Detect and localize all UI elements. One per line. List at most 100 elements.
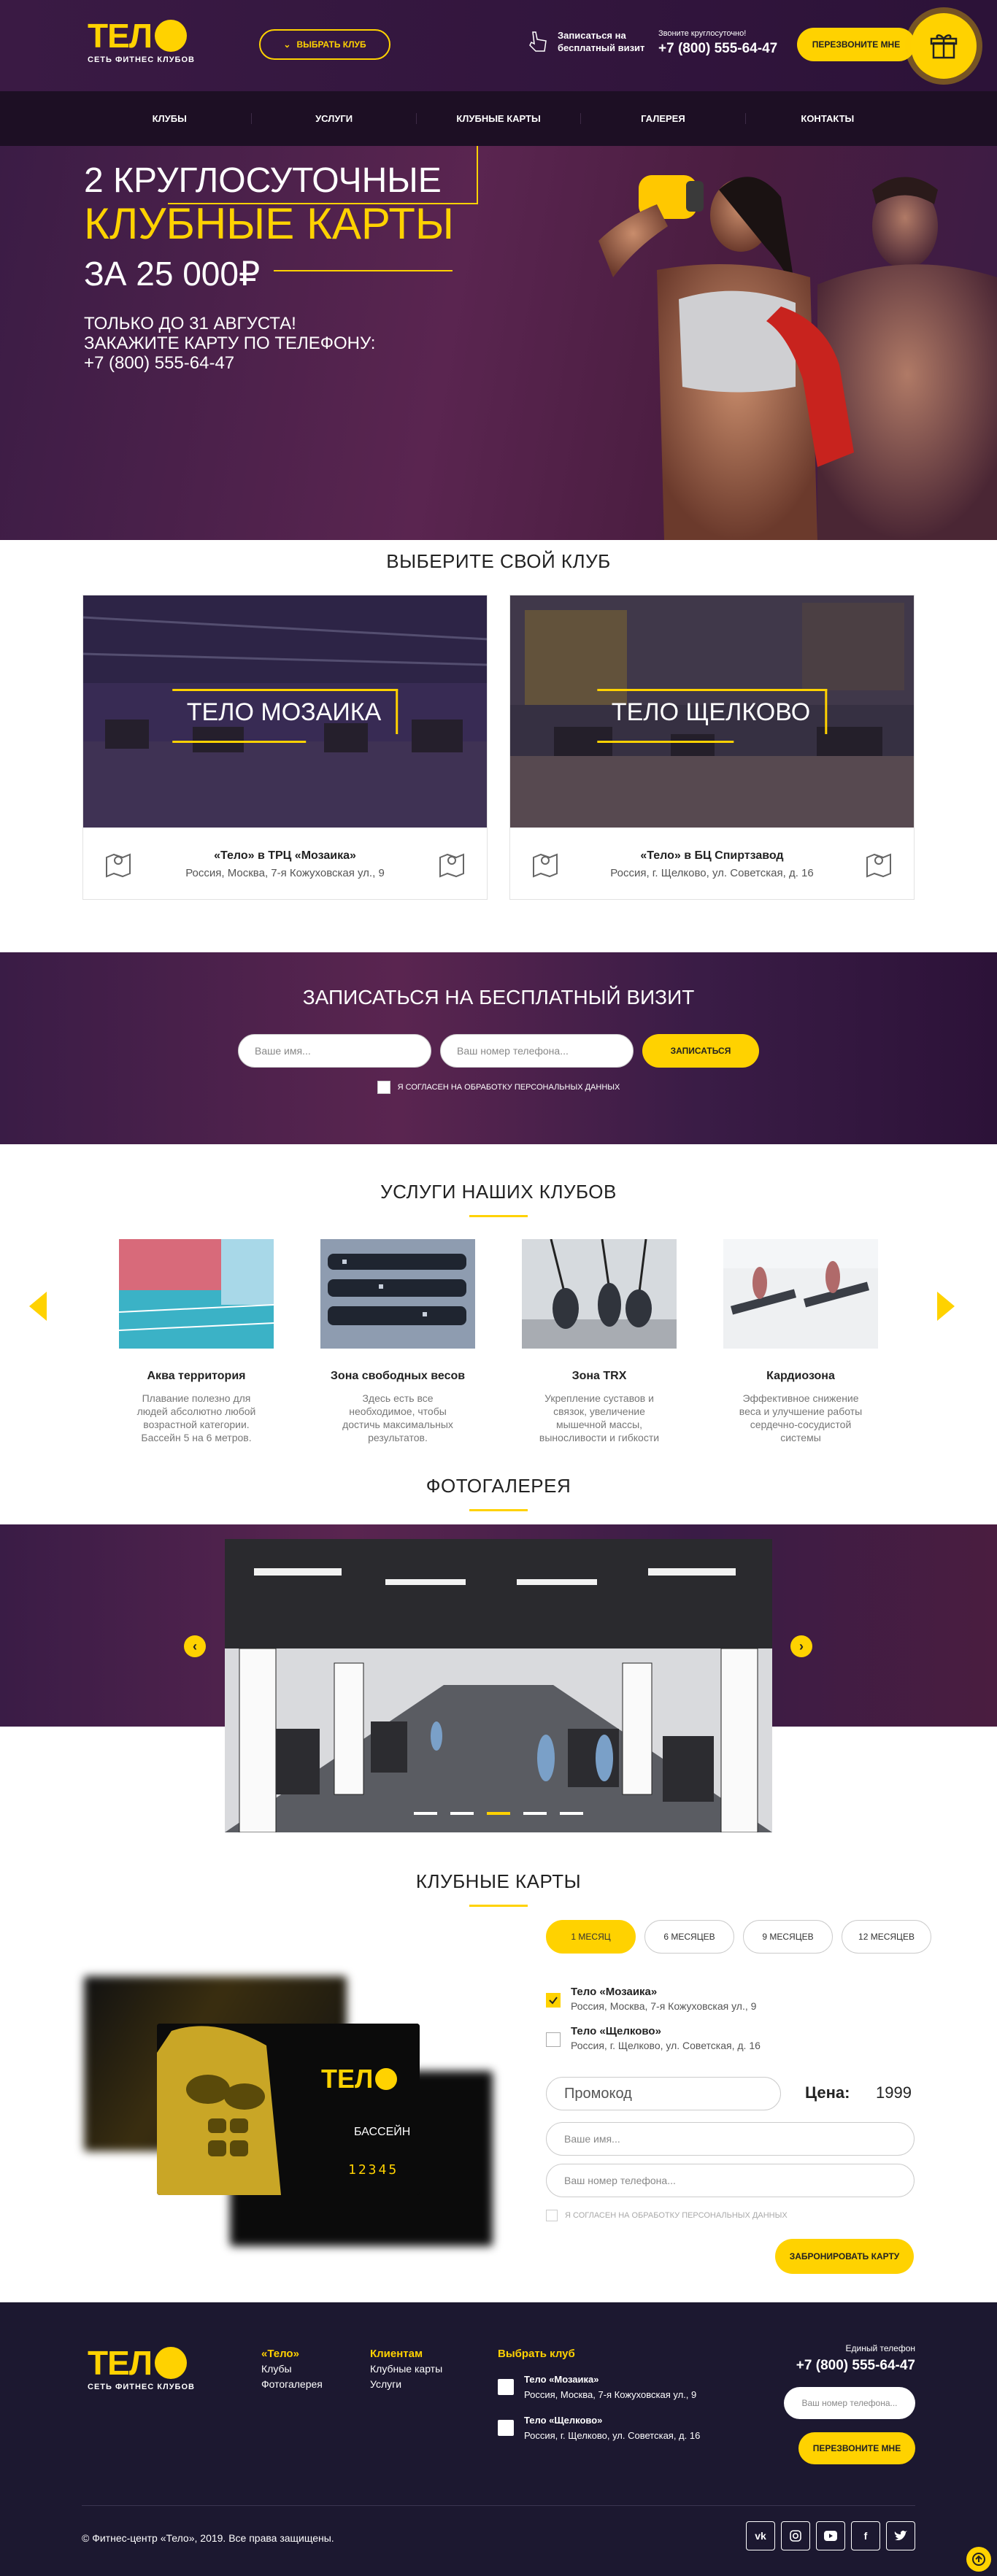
gallery-dot-active[interactable] [487, 1812, 510, 1815]
service-card[interactable]: Зона TRX Укрепление суставов и связок, у… [522, 1238, 677, 1444]
select-club-button[interactable]: ⌄ ВЫБРАТЬ КЛУБ [259, 29, 390, 60]
footer-club-option[interactable]: Тело «Щелково» Россия, г. Щелково, ул. Со… [498, 2413, 700, 2443]
youtube-icon[interactable] [816, 2521, 845, 2550]
twitter-icon[interactable] [886, 2521, 915, 2550]
header-phone[interactable]: +7 (800) 555-64-47 [658, 41, 777, 57]
copyright: © Фитнес-центр «Тело», 2019. Все права з… [82, 2532, 334, 2544]
main-nav: КЛУБЫ УСЛУГИ КЛУБНЫЕ КАРТЫ ГАЛЕРЕЯ КОНТА… [0, 91, 997, 146]
checkbox[interactable] [498, 2420, 514, 2436]
chevron-right-icon[interactable]: › [790, 1635, 812, 1657]
service-title: Аква территория [147, 1370, 246, 1382]
checkbox[interactable] [498, 2379, 514, 2395]
cards-title: КЛУБНЫЕ КАРТЫ [415, 1870, 582, 1892]
footer-col-title: «Тело» [261, 2348, 299, 2360]
card-phone-input[interactable]: Ваш номер телефона... [546, 2164, 915, 2197]
service-card[interactable]: Зона свободных весов Здесь есть все необ… [320, 1239, 475, 1444]
club-title: «Тело» в БЦ Спиртзавод [640, 849, 784, 862]
club-name: ТЕЛО ЩЕЛКОВО [596, 689, 828, 743]
promocode-input[interactable]: Промокод [546, 2077, 781, 2110]
signup-button[interactable]: ЗАПИСАТЬСЯ [642, 1034, 759, 1068]
card-club-option[interactable]: Тело «Щелково» Россия, г. Щелково, ул. Со… [546, 2025, 761, 2051]
club-card-mozaika[interactable]: ТЕЛО МОЗАИКА «Тело» в ТРЦ «Мозаика» Росс… [82, 595, 488, 900]
nav-contacts[interactable]: КОНТАКТЫ [746, 113, 909, 124]
footer-logo[interactable]: ТЕЛ СЕТЬ ФИТНЕС КЛУБОВ [88, 2346, 195, 2391]
service-title: Кардиозона [766, 1370, 835, 1382]
checkbox-checked[interactable] [546, 1993, 561, 2008]
checkbox[interactable] [546, 2032, 561, 2047]
gallery-dot[interactable] [450, 1812, 474, 1815]
service-desc: Плавание полезно для людей абсолютно люб… [136, 1392, 256, 1443]
free-visit-section: ЗАПИСАТЬСЯ НА БЕСПЛАТНЫЙ ВИЗИТ Ваше имя.… [0, 952, 997, 1144]
logo-text: ТЕЛ [88, 17, 153, 55]
tab-6-months[interactable]: 6 МЕСЯЦЕВ [644, 1920, 734, 1954]
card-logo-text: ТЕЛ [321, 2064, 374, 2094]
option-title: Тело «Щелково» [571, 2025, 661, 2037]
service-title: Зона свободных весов [330, 1370, 466, 1382]
tab-9-months[interactable]: 9 МЕСЯЦЕВ [743, 1920, 833, 1954]
club-card-shchelkovo[interactable]: ТЕЛО ЩЕЛКОВО «Тело» в БЦ Спиртзавод Росс… [509, 595, 915, 900]
name-input[interactable]: Ваше имя... [238, 1034, 431, 1068]
gift-button[interactable] [911, 13, 977, 79]
footer-link[interactable]: Клубные карты [370, 2361, 442, 2377]
logo-text: ТЕЛ [88, 2344, 153, 2382]
gallery-slide[interactable] [225, 1539, 772, 1832]
club-photo: ТЕЛО МОЗАИКА [83, 595, 487, 828]
instagram-icon[interactable] [781, 2521, 810, 2550]
club-card-images: ТЕЛ БАССЕЙН 12345 [84, 1976, 500, 2246]
footer-club-option[interactable]: Тело «Мозаика» Россия, Москва, 7-я Кожухо… [498, 2372, 700, 2402]
arrow-left-icon[interactable] [29, 1292, 47, 1321]
card-name-input[interactable]: Ваше имя... [546, 2122, 915, 2156]
card-agree-checkbox[interactable] [546, 2210, 558, 2221]
hero-line-3: ЗА 25 000₽ [84, 255, 261, 293]
nav-cards[interactable]: КЛУБНЫЕ КАРТЫ [417, 113, 582, 124]
facebook-icon[interactable]: f [851, 2521, 880, 2550]
club-address: Россия, Москва, 7-я Кожуховская ул., 9 [185, 866, 385, 879]
card-logo-circle [375, 2068, 398, 2090]
hand-pointer-icon [529, 31, 547, 52]
price-label: Цена: [805, 2083, 850, 2102]
dumbbells-image [320, 1239, 475, 1349]
gallery-dot[interactable] [523, 1812, 547, 1815]
club-address: Россия, г. Щелково, ул. Советская, д. 16 [610, 866, 814, 879]
title-underline [469, 1215, 528, 1217]
nav-clubs[interactable]: КЛУБЫ [88, 113, 253, 124]
phone-input[interactable]: Ваш номер телефона... [440, 1034, 634, 1068]
trx-image [522, 1238, 677, 1349]
club-cards-section: КЛУБНЫЕ КАРТЫ 1 МЕСЯЦ 6 МЕСЯЦЕВ 9 МЕСЯЦЕ… [0, 1870, 997, 2279]
nav-services[interactable]: УСЛУГИ [252, 113, 417, 124]
card-club-option[interactable]: Тело «Мозаика» Россия, Москва, 7-я Кожухо… [546, 1986, 761, 2012]
chevron-left-icon[interactable]: ‹ [184, 1635, 206, 1657]
footer-club-title: Тело «Щелково» [524, 2415, 603, 2426]
logo[interactable]: ТЕЛ СЕТЬ ФИТНЕС КЛУБОВ [88, 19, 219, 64]
cardio-image [723, 1239, 878, 1349]
service-card[interactable]: Аква территория Плавание полезно для люд… [118, 1239, 274, 1444]
nav-gallery[interactable]: ГАЛЕРЕЯ [581, 113, 746, 124]
service-card[interactable]: Кардиозона Эффективное снижение веса и у… [723, 1239, 878, 1444]
gallery-dot[interactable] [414, 1812, 437, 1815]
footer-phone-input[interactable]: Ваш номер телефона... [784, 2387, 915, 2419]
footer-link[interactable]: Услуги [370, 2377, 442, 2392]
services-section: УСЛУГИ НАШИХ КЛУБОВ Аква территория Плав… [0, 1144, 997, 1444]
arrow-right-icon[interactable] [937, 1292, 955, 1321]
book-card-button[interactable]: ЗАБРОНИРОВАТЬ КАРТУ [775, 2239, 914, 2274]
footer-club-address: Россия, Москва, 7-я Кожуховская ул., 9 [524, 2389, 697, 2400]
agree-checkbox[interactable] [377, 1081, 390, 1094]
callback-button[interactable]: ПЕРЕЗВОНИТЕ МНЕ [797, 28, 915, 61]
footer-callback-button[interactable]: ПЕРЕЗВОНИТЕ МНЕ [798, 2432, 915, 2464]
footer-link[interactable]: Клубы [261, 2361, 323, 2377]
tab-1-month[interactable]: 1 МЕСЯЦ [546, 1920, 636, 1954]
gallery-title: ФОТОГАЛЕРЕЯ [426, 1475, 571, 1497]
vk-icon[interactable]: vk [746, 2521, 775, 2550]
free-visit-link[interactable]: Записаться на бесплатный визит [526, 29, 653, 54]
gift-icon [930, 34, 958, 59]
club-card-front: ТЕЛ БАССЕЙН 12345 [157, 2024, 420, 2195]
service-desc: Эффективное снижение веса и улучшение ра… [739, 1392, 863, 1443]
service-title: Зона TRX [571, 1370, 627, 1382]
card-agree-label: Я СОГЛАСЕН НА ОБРАБОТКУ ПЕРСОНАЛЬНЫХ ДАН… [565, 2211, 788, 2220]
gallery-dot[interactable] [560, 1812, 583, 1815]
footer-link[interactable]: Фотогалерея [261, 2377, 323, 2392]
footer-phone[interactable]: +7 (800) 555-64-47 [784, 2358, 915, 2374]
club-photo: ТЕЛО ЩЕЛКОВО [510, 595, 914, 828]
select-club-label: ВЫБРАТЬ КЛУБ [296, 39, 366, 50]
tab-12-months[interactable]: 12 МЕСЯЦЕВ [842, 1920, 931, 1954]
